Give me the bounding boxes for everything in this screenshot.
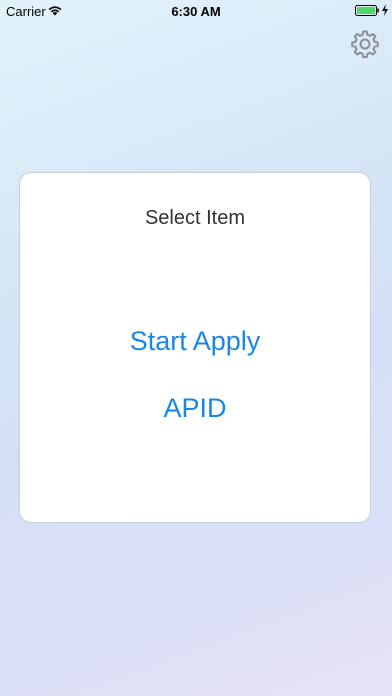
select-item-card: Select Item Start Apply APID — [19, 172, 371, 523]
battery-icon — [355, 5, 379, 16]
status-bar: Carrier 6:30 AM — [0, 0, 392, 22]
settings-button[interactable] — [350, 29, 380, 59]
apid-button[interactable]: APID — [20, 393, 370, 424]
card-title: Select Item — [144, 207, 246, 229]
start-apply-button[interactable]: Start Apply — [20, 326, 370, 357]
clock: 6:30 AM — [171, 4, 221, 19]
charge-icon — [382, 4, 388, 16]
gear-icon — [351, 30, 379, 59]
